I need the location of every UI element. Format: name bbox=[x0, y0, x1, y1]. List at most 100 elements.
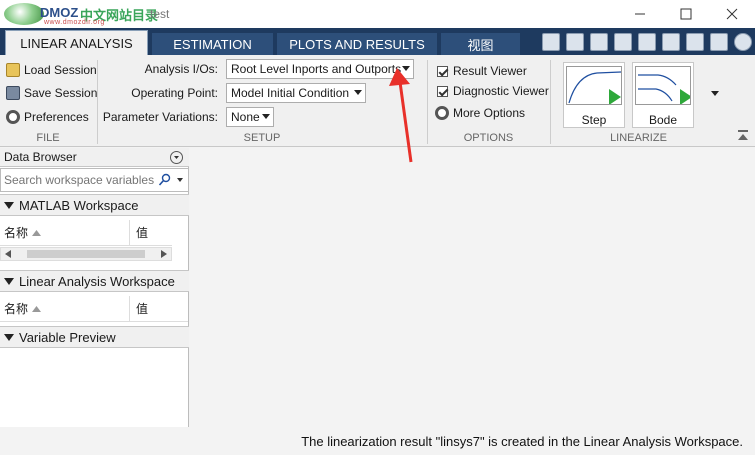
step-plot-icon bbox=[566, 66, 622, 105]
minimize-button[interactable] bbox=[617, 0, 663, 28]
name-column-label: 名称 bbox=[4, 226, 29, 240]
parameter-variations-value: None bbox=[231, 110, 260, 124]
search-icon[interactable] bbox=[158, 173, 172, 187]
tab-view[interactable]: 视图 bbox=[441, 33, 520, 55]
tab-estimation[interactable]: ESTIMATION bbox=[152, 33, 273, 55]
preferences-label: Preferences bbox=[24, 110, 89, 124]
result-viewer-checkbox[interactable]: Result Viewer bbox=[437, 64, 527, 78]
value-column-label: 值 bbox=[136, 302, 149, 316]
name-column-label: 名称 bbox=[4, 302, 29, 316]
sort-ascending-icon bbox=[32, 229, 42, 236]
name-column-header[interactable]: 名称 bbox=[0, 219, 130, 246]
name-column-header[interactable]: 名称 bbox=[0, 295, 130, 322]
more-options-button[interactable]: More Options bbox=[435, 106, 525, 120]
switch-windows-icon[interactable] bbox=[710, 33, 728, 51]
logo-url: www.dmozdir.org bbox=[44, 19, 105, 26]
collapse-icon bbox=[738, 130, 748, 140]
chevron-down-icon[interactable] bbox=[176, 176, 184, 184]
diagnostic-viewer-checkbox[interactable]: Diagnostic Viewer bbox=[437, 84, 549, 98]
maximize-button[interactable] bbox=[663, 0, 709, 28]
linear-analysis-workspace-title: Linear Analysis Workspace bbox=[19, 273, 175, 289]
gear-icon bbox=[6, 110, 20, 124]
tab-linear-analysis[interactable]: LINEAR ANALYSIS bbox=[5, 30, 148, 55]
linear-analysis-workspace-header[interactable]: Linear Analysis Workspace bbox=[0, 270, 189, 292]
horizontal-scrollbar[interactable] bbox=[0, 247, 172, 261]
paste-icon[interactable] bbox=[638, 33, 656, 51]
close-icon bbox=[726, 8, 738, 20]
undo-icon[interactable] bbox=[662, 33, 680, 51]
preferences-button[interactable]: Preferences bbox=[6, 110, 89, 124]
bode-label: Bode bbox=[648, 113, 678, 127]
value-column-header[interactable]: 值 bbox=[130, 300, 148, 317]
panel-menu-button[interactable] bbox=[170, 151, 183, 164]
linearize-section-label: LINEARIZE bbox=[610, 132, 667, 144]
operating-point-value: Model Initial Condition bbox=[231, 86, 350, 100]
data-browser-title: Data Browser bbox=[4, 150, 77, 164]
status-message: The linearization result "linsys7" is cr… bbox=[301, 434, 743, 449]
file-section-label: FILE bbox=[36, 132, 60, 144]
chevron-right-icon[interactable] bbox=[161, 250, 167, 258]
copy-icon[interactable] bbox=[614, 33, 632, 51]
chevron-down-icon bbox=[174, 156, 179, 159]
result-viewer-label: Result Viewer bbox=[453, 64, 527, 78]
bode-button[interactable]: Bode bbox=[632, 62, 694, 128]
more-options-label: More Options bbox=[453, 106, 526, 120]
minimize-icon bbox=[635, 13, 645, 15]
operating-point-label: Operating Point: bbox=[131, 86, 218, 100]
collapse-triangle-icon bbox=[4, 333, 14, 341]
help-icon[interactable] bbox=[734, 33, 752, 51]
maximize-icon bbox=[680, 8, 692, 20]
matlab-workspace-columns: 名称 值 bbox=[0, 219, 172, 246]
search-input[interactable] bbox=[4, 173, 156, 187]
linearize-more-button[interactable] bbox=[708, 86, 722, 100]
matlab-workspace-title: MATLAB Workspace bbox=[19, 197, 139, 213]
checkbox-checked-icon bbox=[437, 65, 448, 77]
scrollbar-thumb[interactable] bbox=[27, 250, 145, 258]
parameter-variations-dropdown[interactable]: None bbox=[226, 107, 274, 127]
folder-icon bbox=[6, 63, 20, 77]
setup-section-label: SETUP bbox=[243, 132, 281, 144]
data-browser-header: Data Browser bbox=[0, 148, 189, 167]
options-section-label: OPTIONS bbox=[463, 132, 514, 144]
chevron-down-icon bbox=[262, 114, 270, 119]
undock-icon[interactable] bbox=[542, 33, 560, 51]
sort-ascending-icon bbox=[32, 305, 42, 312]
bode-plot-icon bbox=[635, 66, 691, 105]
checkbox-checked-icon bbox=[437, 85, 448, 97]
diagnostic-viewer-label: Diagnostic Viewer bbox=[453, 84, 549, 98]
matlab-workspace-header[interactable]: MATLAB Workspace bbox=[0, 194, 189, 216]
collapse-triangle-icon bbox=[4, 277, 14, 285]
load-session-button[interactable]: Load Session bbox=[6, 63, 97, 77]
analysis-ios-label: Analysis I/Os: bbox=[144, 62, 218, 76]
load-session-label: Load Session bbox=[24, 63, 97, 77]
collapse-triangle-icon bbox=[4, 201, 14, 209]
save-session-label: Save Session bbox=[24, 86, 98, 100]
operating-point-dropdown[interactable]: Model Initial Condition bbox=[226, 83, 366, 103]
chevron-down-icon bbox=[354, 90, 362, 95]
annotation-arrow-icon bbox=[389, 68, 413, 163]
tab-plots-and-results[interactable]: PLOTS AND RESULTS bbox=[277, 33, 437, 55]
search-workspace-field[interactable] bbox=[0, 168, 189, 192]
variable-preview-header[interactable]: Variable Preview bbox=[0, 326, 189, 348]
save-icon bbox=[6, 86, 20, 100]
value-column-label: 值 bbox=[136, 226, 149, 240]
gear-icon bbox=[435, 106, 449, 120]
analysis-ios-value: Root Level Inports and Outports bbox=[231, 62, 402, 76]
value-column-header[interactable]: 值 bbox=[130, 224, 148, 241]
chevron-down-icon bbox=[711, 91, 719, 96]
parameter-variations-label: Parameter Variations: bbox=[102, 110, 218, 124]
logo-text: DMOZ bbox=[40, 5, 79, 20]
step-button[interactable]: Step bbox=[563, 62, 625, 128]
variable-preview-title: Variable Preview bbox=[19, 329, 116, 345]
plot-area bbox=[190, 148, 755, 427]
chevron-left-icon[interactable] bbox=[5, 250, 11, 258]
save-icon[interactable] bbox=[566, 33, 584, 51]
redo-icon[interactable] bbox=[686, 33, 704, 51]
collapse-ribbon-button[interactable] bbox=[736, 128, 750, 142]
step-label: Step bbox=[581, 113, 607, 127]
save-session-button[interactable]: Save Session bbox=[6, 86, 97, 100]
cut-icon[interactable] bbox=[590, 33, 608, 51]
close-button[interactable] bbox=[709, 0, 755, 28]
linear-workspace-columns: 名称 值 bbox=[0, 295, 188, 322]
app-logo bbox=[4, 3, 44, 25]
